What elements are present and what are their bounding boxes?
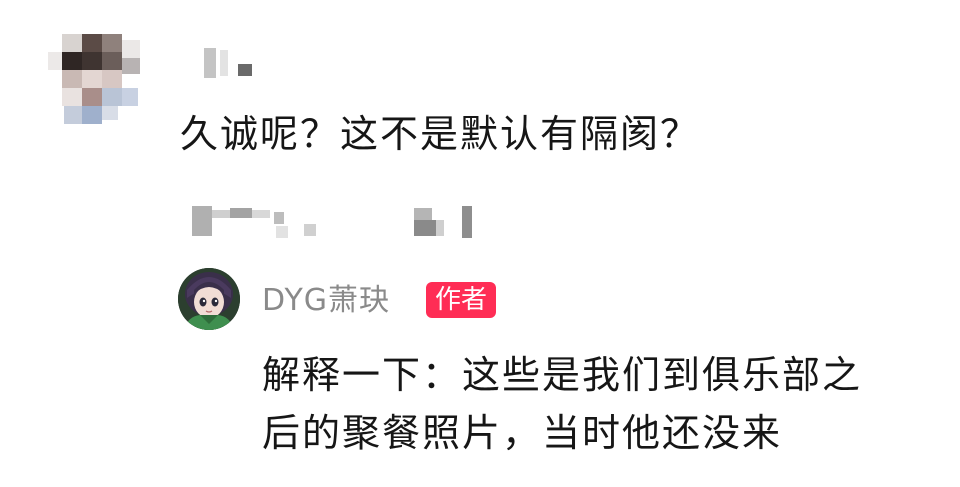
redaction-block (436, 220, 444, 236)
redaction-block (304, 224, 316, 236)
avatar-pixel (102, 52, 122, 70)
redaction-block (212, 210, 230, 218)
author-name[interactable]: DYG萧玦 (262, 281, 390, 321)
comment-text: 久诚呢？这不是默认有隔阂？ (180, 112, 701, 156)
redaction-block (462, 206, 472, 238)
avatar-pixel (102, 70, 122, 88)
reply-text: 解释一下：这些是我们到俱乐部之 后的聚餐照片，当时他还没来 (262, 346, 952, 462)
author-badge: 作者 (426, 282, 497, 318)
avatar-pixel (82, 88, 102, 106)
avatar-pixel (122, 40, 140, 58)
redaction-block (414, 220, 436, 236)
avatar-pixel (122, 58, 140, 74)
avatar-pixel (82, 34, 102, 52)
avatar-pixel (64, 106, 82, 124)
avatar-pixel (48, 52, 62, 70)
avatar-pixel (122, 88, 138, 106)
commenter-name-redacted[interactable] (198, 46, 268, 80)
author-avatar[interactable] (178, 268, 240, 330)
redaction-block (252, 210, 270, 218)
redaction-block (192, 206, 212, 236)
avatar-pixel (62, 88, 82, 106)
avatar-pixel (62, 52, 82, 70)
redaction-block (414, 208, 432, 220)
avatar-pixel (82, 52, 102, 70)
redaction-block (230, 208, 252, 218)
redaction-block (276, 226, 288, 238)
avatar-pixel (102, 88, 122, 106)
avatar-pixel (82, 70, 102, 88)
redaction-block (204, 48, 216, 78)
avatar-pixel (102, 34, 122, 52)
reply-preview-redacted[interactable] (192, 200, 492, 242)
redaction-block (220, 50, 228, 76)
anime-character-avatar-icon (178, 268, 240, 330)
commenter-avatar[interactable] (48, 34, 144, 130)
avatar-pixel (82, 106, 102, 124)
redaction-block (274, 212, 284, 224)
reply-text-line: 解释一下：这些是我们到俱乐部之 (262, 353, 863, 397)
avatar-pixel (62, 70, 82, 88)
redaction-block (238, 64, 252, 76)
avatar-pixel (62, 34, 82, 52)
reply-text-line: 后的聚餐照片，当时他还没来 (262, 411, 783, 455)
avatar-pixel (102, 106, 118, 120)
